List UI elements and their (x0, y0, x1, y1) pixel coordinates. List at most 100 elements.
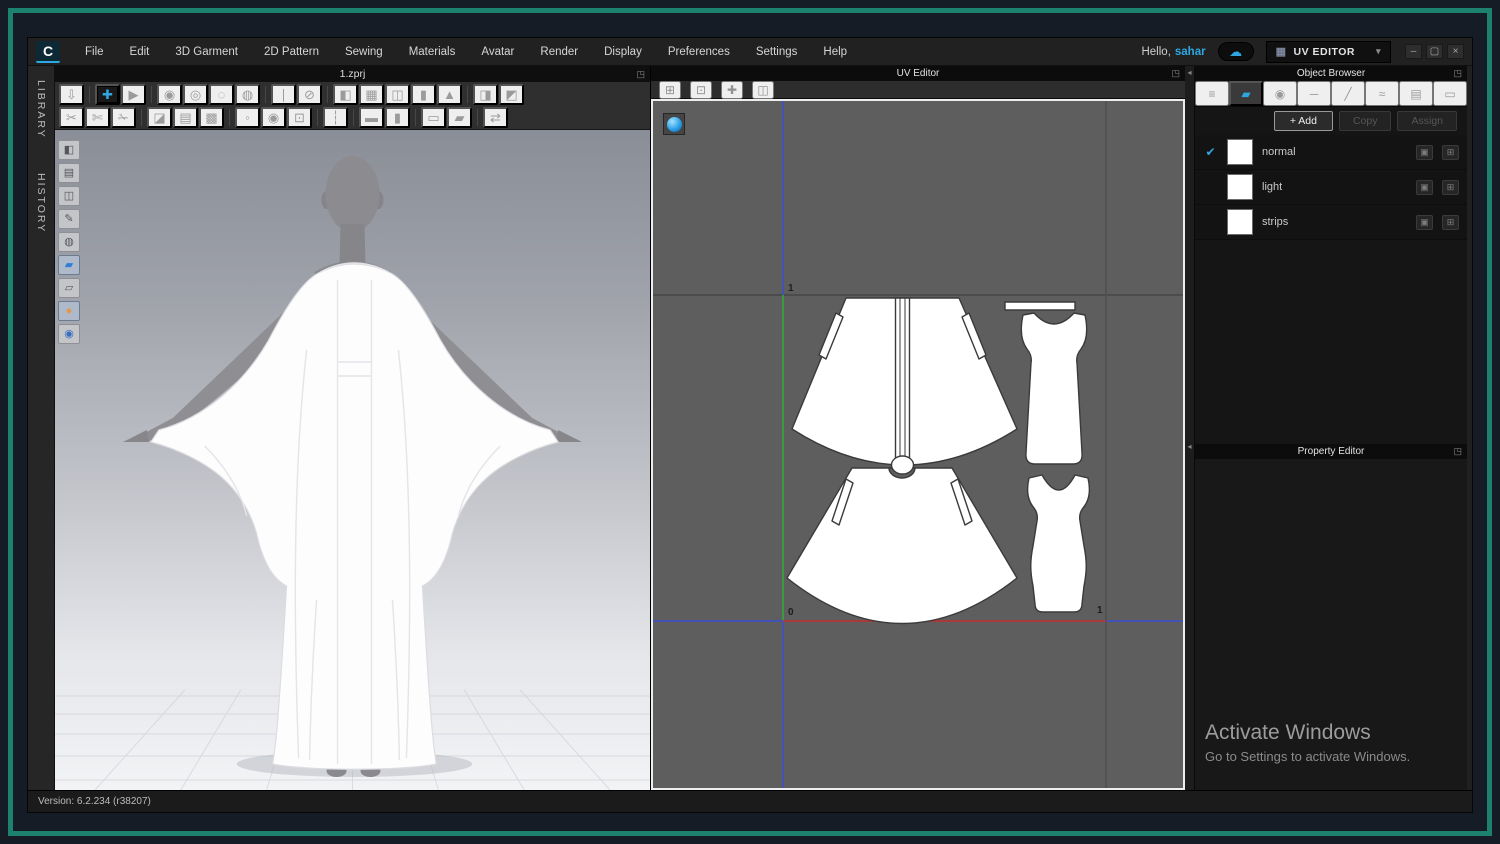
tack-garment-icon[interactable]: ◉ (157, 83, 182, 105)
popout-icon[interactable]: ◳ (1453, 68, 1462, 79)
move-pattern-icon[interactable]: ✚ (721, 80, 743, 99)
fabric-roll-icon[interactable]: ▮ (385, 106, 410, 128)
show-garment-fit-icon[interactable]: ▤ (58, 163, 80, 183)
buttonhole-icon[interactable]: ⊡ (287, 106, 312, 128)
fabric-cursor-icon[interactable]: ▬ (359, 106, 384, 128)
cloud-sync-button[interactable]: ☁ (1217, 42, 1254, 61)
assign-button[interactable]: Assign (1397, 111, 1457, 131)
vest-icon[interactable]: ▮ (411, 83, 436, 105)
menu-avatar[interactable]: Avatar (468, 38, 527, 66)
object-row-light[interactable]: ✔ light ▣ ⊞ (1195, 170, 1467, 205)
tab-history[interactable]: HISTORY (35, 173, 47, 233)
fold-arrangement-icon[interactable]: ◧ (333, 83, 358, 105)
cut-pen-icon[interactable]: ✄ (85, 106, 110, 128)
object-row-strips[interactable]: ✔ strips ▣ ⊞ (1195, 205, 1467, 240)
texture-swatch[interactable] (1227, 174, 1253, 200)
app-logo[interactable]: C (36, 40, 60, 63)
popout-icon[interactable]: ◳ (1171, 68, 1180, 79)
arrange-pattern-icon[interactable]: ◫ (752, 80, 774, 99)
trim-cursor-icon[interactable]: ▭ (421, 106, 446, 128)
object-row-normal[interactable]: ✔ normal ▣ ⊞ (1195, 135, 1467, 170)
down-arrow-icon[interactable]: ⇩ (59, 83, 84, 105)
capture-pattern-icon[interactable]: ⊡ (690, 80, 712, 99)
duplicate-icon[interactable]: ▣ (1416, 214, 1433, 230)
texture-swatch[interactable] (1227, 139, 1253, 165)
cut-knife-icon[interactable]: ✁ (111, 106, 136, 128)
tab-stitch[interactable]: ╱ (1331, 81, 1365, 106)
collapse-left-icon[interactable]: ◂ (1187, 443, 1191, 451)
pin-curve-icon[interactable]: ◌ (209, 83, 234, 105)
cut-sew-icon[interactable]: ✂ (59, 106, 84, 128)
close-button[interactable]: × (1447, 44, 1464, 59)
copy-button[interactable]: Copy (1338, 111, 1392, 131)
popout-icon[interactable]: ◳ (636, 69, 645, 80)
username[interactable]: sahar (1175, 46, 1206, 58)
select-move-icon[interactable]: ✚ (95, 83, 120, 105)
fit-garment-icon[interactable]: ▦ (359, 83, 384, 105)
zipper-icon[interactable]: ┆ (323, 106, 348, 128)
menu-help[interactable]: Help (810, 38, 860, 66)
texture-garment-icon[interactable]: ▤ (173, 106, 198, 128)
eraser-icon[interactable]: ⊘ (297, 83, 322, 105)
menu-3d-garment[interactable]: 3D Garment (162, 38, 251, 66)
tab-library[interactable]: LIBRARY (35, 80, 47, 139)
tab-button[interactable]: ◉ (1263, 81, 1297, 106)
uv-canvas[interactable]: 1 0 1 (651, 99, 1185, 790)
add-to-icon[interactable]: ⊞ (1442, 214, 1459, 230)
button-icon[interactable]: ◉ (261, 106, 286, 128)
duplicate-icon[interactable]: ▣ (1416, 179, 1433, 195)
show-3d-render-icon[interactable]: ◧ (58, 140, 80, 160)
tab-object-list[interactable]: ≡ (1195, 81, 1229, 106)
add-to-icon[interactable]: ⊞ (1442, 179, 1459, 195)
menu-settings[interactable]: Settings (743, 38, 811, 66)
avatar-garment-icon[interactable]: ▲ (437, 83, 462, 105)
menu-file[interactable]: File (72, 38, 117, 66)
add-button[interactable]: + Add (1273, 111, 1333, 131)
menu-sewing[interactable]: Sewing (332, 38, 396, 66)
show-garment-icon[interactable]: ◫ (58, 186, 80, 206)
fabric-mesh-icon[interactable]: ▱ (58, 278, 80, 298)
uv-editor-header[interactable]: UV Editor ◳ (651, 66, 1185, 81)
needle-icon[interactable]: ∣ (271, 83, 296, 105)
property-editor-header[interactable]: Property Editor ◳ (1195, 444, 1467, 459)
menu-display[interactable]: Display (591, 38, 655, 66)
button-cursor-icon[interactable]: ◦ (235, 106, 260, 128)
menu-2d-pattern[interactable]: 2D Pattern (251, 38, 332, 66)
stripe-garment-left-icon[interactable]: ◨ (473, 83, 498, 105)
show-sewing-icon[interactable]: ✎ (58, 209, 80, 229)
restore-button[interactable]: ▢ (1426, 44, 1443, 59)
kaftan-garment[interactable] (149, 262, 560, 770)
object-browser-header[interactable]: Object Browser ◳ (1195, 66, 1467, 81)
world-map-icon[interactable]: ◉ (58, 324, 80, 344)
trim-roll-icon[interactable]: ▰ (447, 106, 472, 128)
document-tab[interactable]: 1.zprj ◳ (55, 66, 650, 82)
capture-uv-icon[interactable]: ⊞ (659, 80, 681, 99)
tab-fabric[interactable]: ▰ (1229, 81, 1263, 106)
checker-garment-icon[interactable]: ▩ (199, 106, 224, 128)
select-mesh-icon[interactable]: ▶ (121, 83, 146, 105)
fabric-view-icon[interactable]: ▰ (58, 255, 80, 275)
tab-trim[interactable]: ▭ (1433, 81, 1467, 106)
minimize-button[interactable]: – (1405, 44, 1422, 59)
duplicate-icon[interactable]: ▣ (1416, 144, 1433, 160)
tab-topstitch[interactable]: ─ (1297, 81, 1331, 106)
menu-edit[interactable]: Edit (117, 38, 163, 66)
collapse-left-icon[interactable]: ◂ (1187, 69, 1191, 77)
texture-swatch[interactable] (1227, 209, 1253, 235)
mode-selector[interactable]: ▦ UV EDITOR ▾ (1265, 40, 1391, 63)
pattern-pieces[interactable] (786, 297, 1091, 625)
popout-icon[interactable]: ◳ (1453, 446, 1462, 457)
stripe-garment-right-icon[interactable]: ◩ (499, 83, 524, 105)
show-avatar-icon[interactable]: ◍ (58, 232, 80, 252)
tack-avatar-icon[interactable]: ◍ (235, 83, 260, 105)
open-garment-icon[interactable]: ◫ (385, 83, 410, 105)
menu-preferences[interactable]: Preferences (655, 38, 743, 66)
tab-puckering[interactable]: ≈ (1365, 81, 1399, 106)
menu-render[interactable]: Render (527, 38, 591, 66)
pleat-icon[interactable]: ⇄ (483, 106, 508, 128)
texture-cursor-icon[interactable]: ◪ (147, 106, 172, 128)
material-sphere-button[interactable] (663, 113, 685, 135)
pin-box-icon[interactable]: ◎ (183, 83, 208, 105)
avatar-skin-icon[interactable]: ● (58, 301, 80, 321)
tab-piping[interactable]: ▤ (1399, 81, 1433, 106)
